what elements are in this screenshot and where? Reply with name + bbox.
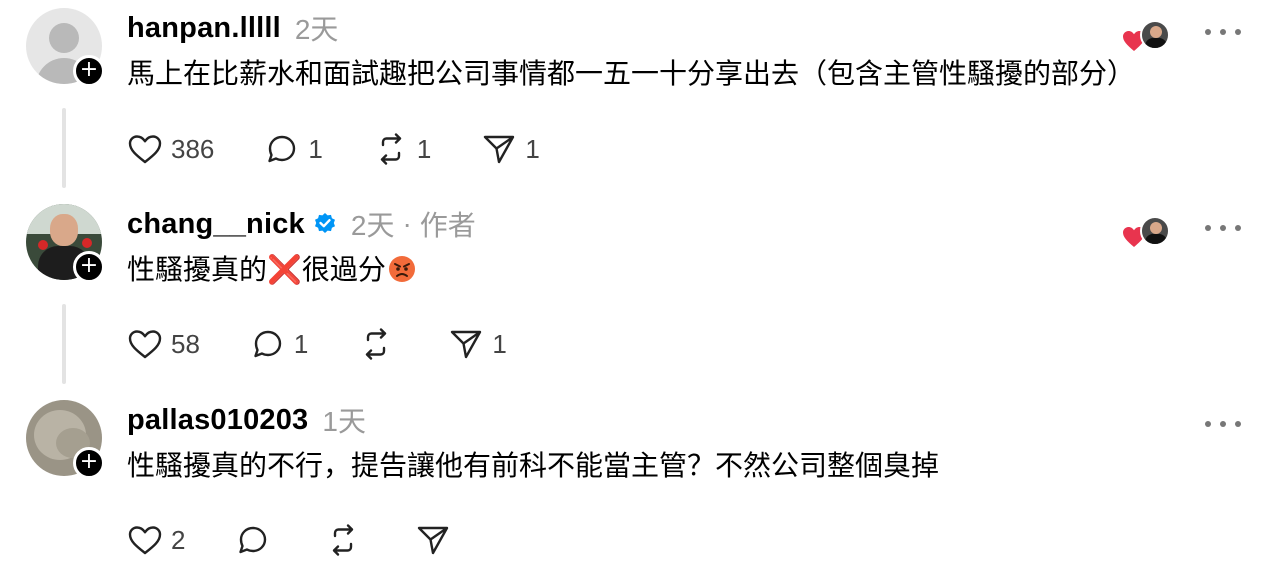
timestamp: 2天: [294, 14, 339, 45]
heart-icon: [128, 135, 162, 164]
verified-icon: [314, 213, 335, 233]
heart-icon: [128, 526, 162, 555]
comment-icon: [254, 330, 282, 358]
reply-button[interactable]: 1: [264, 131, 323, 167]
more-icon[interactable]: [1205, 222, 1241, 234]
share-button[interactable]: 1: [448, 326, 507, 362]
share-icon: [451, 330, 482, 359]
liked-by-author-indicator: [1122, 20, 1172, 54]
thread-line: [62, 304, 66, 384]
action-bar: 58 1 1: [127, 324, 507, 364]
author-tag: 作者: [419, 210, 476, 241]
repost-button[interactable]: [325, 522, 369, 558]
share-button[interactable]: 1: [481, 131, 540, 167]
post-text: 馬上在比薪水和面試趣把公司事情都一五一十分享出去（包含主管性騷擾的部分）: [127, 58, 1136, 89]
like-button[interactable]: 58: [127, 326, 200, 362]
separator: ·: [402, 208, 412, 239]
repost-icon: [333, 524, 354, 556]
post-text: 性騷擾真的❌很過分: [127, 248, 416, 288]
action-bar: 386 1 1 1: [127, 129, 540, 169]
avatar-wrap: +: [26, 204, 105, 283]
username[interactable]: pallas010203: [127, 404, 308, 437]
liked-by-author-indicator: [1122, 216, 1172, 250]
follow-button[interactable]: +: [73, 55, 105, 87]
share-count: 1: [492, 328, 507, 359]
repost-count: 1: [416, 133, 432, 164]
like-count: 386: [171, 133, 215, 164]
share-button[interactable]: [415, 522, 459, 558]
post-text-part: 很過分: [301, 254, 386, 285]
avatar-wrap: +: [26, 400, 105, 479]
repost-icon: [380, 133, 402, 165]
share-icon: [484, 135, 515, 164]
angry-face-emoji: [388, 256, 415, 282]
cross-mark-emoji: ❌: [267, 253, 302, 286]
author-avatar-mini: [1140, 20, 1170, 50]
reply-button[interactable]: 1: [250, 326, 308, 362]
more-icon[interactable]: [1205, 26, 1241, 38]
reply-count: 1: [293, 328, 309, 359]
repost-button[interactable]: 1: [373, 131, 431, 167]
username[interactable]: chang__nick: [127, 208, 305, 241]
follow-button[interactable]: +: [73, 447, 105, 479]
share-icon: [418, 526, 449, 555]
timestamp: 2天: [350, 210, 395, 241]
like-count: 2: [171, 524, 186, 555]
post-text: 性騷擾真的不行，提告讓他有前科不能當主管？不然公司整個臭掉: [127, 450, 940, 481]
like-button[interactable]: 2: [127, 522, 185, 558]
comment-icon: [239, 526, 267, 554]
reply-button[interactable]: [235, 522, 279, 558]
post-text-part: 性騷擾真的: [127, 254, 268, 285]
reply-count: 1: [308, 133, 323, 164]
share-count: 1: [525, 133, 540, 164]
username[interactable]: hanpan.lllll: [127, 12, 281, 45]
post-header: chang__nick 2天 · 作者: [127, 204, 476, 244]
timestamp: 1天: [322, 406, 366, 437]
like-count: 58: [171, 328, 200, 359]
thread: + hanpan.lllll 2天 馬上在比薪水和面試趣把公司事情都一五一十分享…: [0, 0, 1280, 575]
heart-icon: [128, 330, 162, 359]
repost-button[interactable]: [358, 326, 402, 362]
like-button[interactable]: 386: [127, 131, 214, 167]
post-header: pallas010203 1天: [127, 400, 366, 440]
repost-icon: [366, 328, 387, 360]
comment-icon: [268, 135, 296, 163]
action-bar: 2: [127, 520, 459, 560]
more-icon[interactable]: [1205, 418, 1241, 430]
author-avatar-mini: [1140, 216, 1170, 246]
thread-line: [62, 108, 66, 188]
avatar-wrap: +: [26, 8, 105, 87]
follow-button[interactable]: +: [73, 251, 105, 283]
post-header: hanpan.lllll 2天: [127, 8, 338, 48]
